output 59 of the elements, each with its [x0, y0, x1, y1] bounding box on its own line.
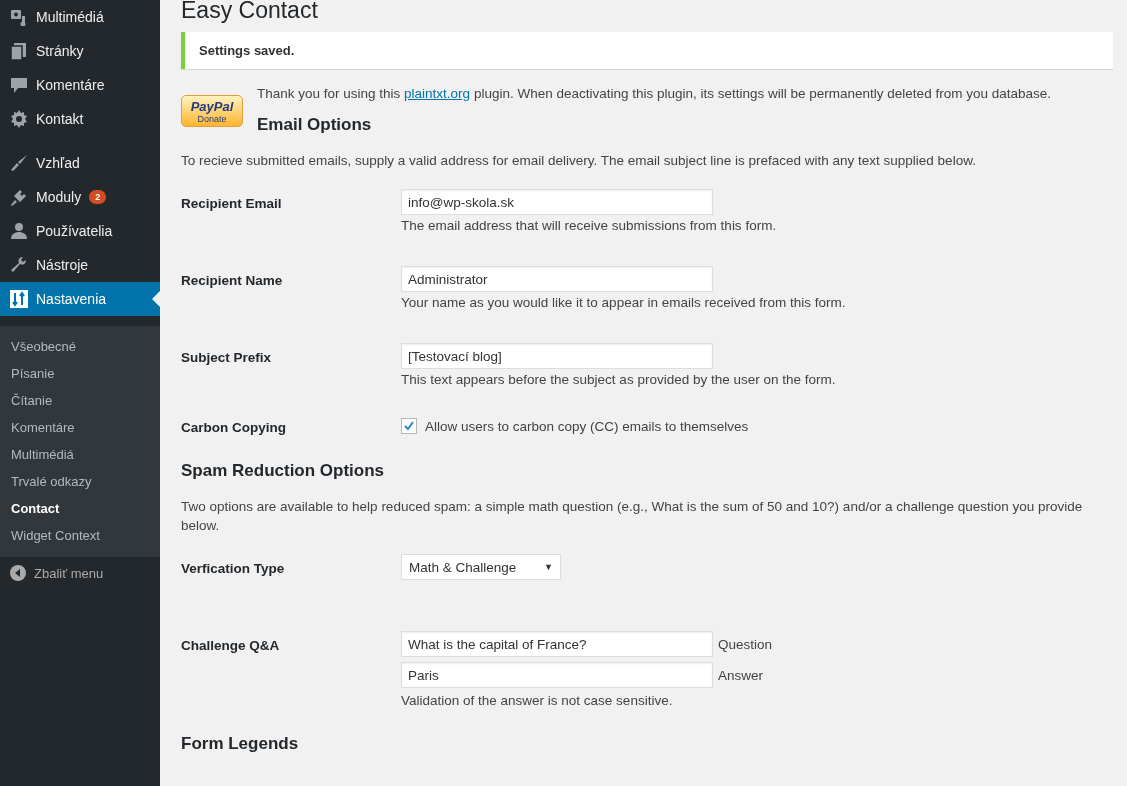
- menu-item[interactable]: Používatelia: [0, 214, 160, 248]
- collapse-icon: [10, 565, 26, 581]
- help-text: Validation of the answer is not case sensitive.: [401, 693, 674, 708]
- help-text: The email address that will receive submissions from this form.: [401, 218, 777, 233]
- success-notice: Settings saved.: [181, 32, 1113, 69]
- section-heading: Email Options: [257, 115, 373, 135]
- submenu-item[interactable]: Čítanie: [0, 387, 160, 414]
- text-field[interactable]: info@wp-skola.sk: [401, 189, 713, 215]
- plug-icon: [10, 188, 28, 206]
- field-label: Answer: [718, 667, 763, 683]
- section-heading: Spam Reduction Options: [181, 461, 386, 481]
- submenu-item[interactable]: Widget Context: [0, 522, 160, 549]
- menu-item[interactable]: Moduly 2: [0, 180, 160, 214]
- submenu-item[interactable]: Trvalé odkazy: [0, 468, 160, 495]
- gear-icon: [10, 110, 28, 128]
- field-label: Recipient Name: [181, 272, 284, 290]
- section-description: To recieve submitted emails, supply a valid address for email delivery. The email subject line is prefaced with any text supplied below.: [181, 152, 977, 170]
- text-field[interactable]: [Testovací blog]: [401, 343, 713, 369]
- section-description: Two options are available to help reduced spam: a simple math question (e.g., What is the sum of 50 and 10?) and/or a challenge question you provide below.: [181, 498, 1084, 535]
- intro-text: Thank you for using this plaintxt.org plugin. When deactivating this plugin, its settings will be permanently deleted from you database.: [257, 86, 1051, 101]
- submenu-item[interactable]: Písanie: [0, 360, 160, 387]
- field-label: Carbon Copying: [181, 419, 287, 435]
- checkbox[interactable]: [401, 418, 417, 434]
- menu-item[interactable]: Komentáre: [0, 68, 160, 102]
- media-icon: [10, 8, 28, 26]
- menu-item[interactable]: Multimédiá: [0, 0, 160, 34]
- help-text: Your name as you would like it to appear in emails received from this form.: [401, 295, 846, 310]
- pages-icon: [10, 42, 28, 60]
- menu-item[interactable]: Vzhľad: [0, 146, 160, 180]
- section-heading: Form Legends: [181, 734, 300, 754]
- wrench-icon: [10, 256, 28, 274]
- submenu-item[interactable]: Komentáre: [0, 414, 160, 441]
- submenu-item[interactable]: Multimédiá: [0, 441, 160, 468]
- help-text: This text appears before the subject as provided by the user on the form.: [401, 372, 836, 387]
- donate-button[interactable]: PayPal Donate: [181, 95, 243, 127]
- menu-item[interactable]: Nastavenia: [0, 282, 160, 316]
- text-field[interactable]: Administrator: [401, 266, 713, 292]
- collapse-menu-button[interactable]: Zbaliť menu: [0, 557, 160, 589]
- submenu-item[interactable]: Contact: [0, 495, 160, 522]
- count-badge: 2: [89, 190, 107, 204]
- user-icon: [10, 222, 28, 240]
- field-label: Question: [718, 636, 773, 652]
- question-field[interactable]: What is the capital of France?: [401, 631, 713, 657]
- brush-icon: [10, 154, 28, 172]
- menu-item[interactable]: Kontakt: [0, 102, 160, 136]
- field-label: Verfication Type: [181, 560, 286, 578]
- field-label: Recipient Email: [181, 195, 283, 213]
- page-title: Easy Contact: [181, 0, 319, 23]
- field-label: Challenge Q&A: [181, 637, 281, 655]
- sliders-icon: [10, 290, 28, 308]
- submenu-item[interactable]: Všeobecné: [0, 333, 160, 360]
- plugin-link[interactable]: plaintxt.org: [404, 86, 471, 101]
- answer-field[interactable]: Paris: [401, 662, 713, 688]
- menu-item[interactable]: Nástroje: [0, 248, 160, 282]
- dropdown[interactable]: Math & Challenge ▼: [401, 554, 561, 580]
- field-label: Subject Prefix: [181, 349, 273, 367]
- checkbox-label: Allow users to carbon copy (CC) emails to themselves: [425, 418, 749, 434]
- comments-icon: [10, 76, 28, 94]
- menu-item[interactable]: Stránky: [0, 34, 160, 68]
